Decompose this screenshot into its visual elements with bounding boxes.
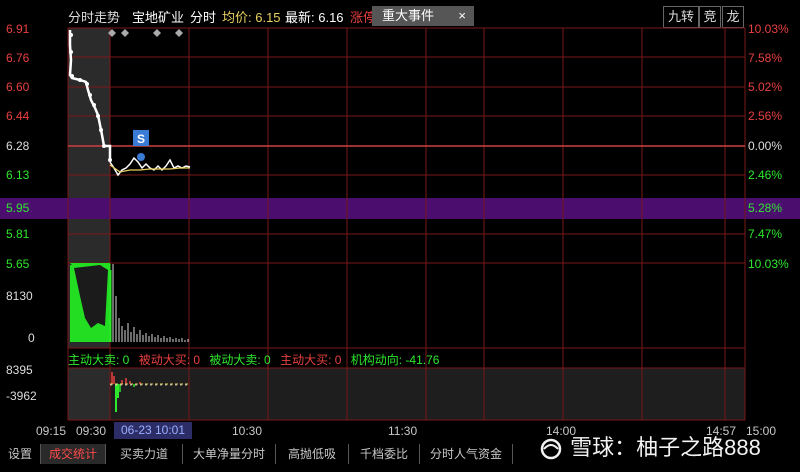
price-axis-left-2: 6.60 <box>6 80 30 94</box>
price-axis-right-3: 2.56% <box>748 109 783 123</box>
tab-popularity-fund[interactable]: 分时人气资金 <box>420 444 513 464</box>
price-axis-right-0: 10.03% <box>748 22 789 36</box>
time-label-0915: 09:15 <box>36 424 67 438</box>
volume-axis-bottom: 0 <box>28 331 35 345</box>
event-marker <box>175 29 183 37</box>
price-axis-left-3: 6.44 <box>6 109 30 123</box>
watermark-text: 雪球：柚子之路888 <box>570 435 761 460</box>
time-label-1130: 11:30 <box>388 424 418 438</box>
flow-legend-active-sell: 主动大卖: 0 <box>68 353 130 367</box>
volume-axis-top: 8130 <box>6 289 33 303</box>
flow-shade <box>110 368 745 420</box>
event-marker <box>153 29 161 37</box>
time-cursor: 06-23 10:01 <box>114 422 192 439</box>
price-axis-right-6: 5.28% <box>748 201 783 215</box>
price-axis-right-2: 5.02% <box>748 80 783 94</box>
price-axis-left-5: 6.13 <box>6 168 30 182</box>
flow-legend-active-buy: 主动大买: 0 <box>280 353 342 367</box>
event-markers <box>108 29 183 37</box>
price-axis-right-8: 10.03% <box>748 257 789 271</box>
flow-axis-bottom: -3962 <box>6 389 37 403</box>
flow-axis-top: 8395 <box>6 363 33 377</box>
intraday-price-line <box>109 156 191 177</box>
price-axis-right-1: 7.58% <box>748 51 783 65</box>
flow-premarket-shade <box>68 368 110 420</box>
signal-dot <box>137 153 145 161</box>
time-label-0930: 09:30 <box>76 424 107 438</box>
volume-bars <box>112 264 189 342</box>
tab-depth-ratio[interactable]: 千档委比 <box>349 444 420 464</box>
watermark: 雪球：柚子之路888 <box>538 430 761 462</box>
price-axis-left-8: 5.65 <box>6 257 30 271</box>
flow-legend: 主动大卖: 0 被动大买: 0 被动大卖: 0 主动大买: 0 机构动向: -4… <box>68 351 445 368</box>
price-axis-left-6: 5.95 <box>6 201 30 215</box>
flow-legend-passive-sell: 被动大卖: 0 <box>209 353 271 367</box>
price-axis-right-7: 7.47% <box>748 227 783 241</box>
volume-green-bars <box>109 264 112 342</box>
intraday-chart: S <box>0 27 800 421</box>
price-axis-right-4: 0.00% <box>748 139 783 153</box>
flow-legend-institution: 机构动向: -41.76 <box>350 353 440 367</box>
tab-large-order-net[interactable]: 大单净量分时 <box>183 444 276 464</box>
signal-marker-text: S <box>137 132 145 146</box>
price-axis-left-1: 6.76 <box>6 51 30 65</box>
snowball-logo-icon <box>538 438 564 460</box>
price-axis-left-0: 6.91 <box>6 22 30 36</box>
price-axis-right-5: 2.46% <box>748 168 783 182</box>
time-label-1030: 10:30 <box>232 424 263 438</box>
price-axis-left-7: 5.81 <box>6 227 30 241</box>
flow-legend-passive-buy: 被动大买: 0 <box>138 353 201 367</box>
price-axis-left-4: 6.28 <box>6 139 30 153</box>
price-highlight-row <box>0 198 800 219</box>
tab-settings[interactable]: 设置 <box>0 444 41 464</box>
tab-trade-stats[interactable]: 成交统计 <box>41 444 106 464</box>
tab-buy-sell-power[interactable]: 买卖力道 <box>106 444 183 464</box>
event-marker <box>121 29 129 37</box>
tab-high-low[interactable]: 高抛低吸 <box>276 444 349 464</box>
